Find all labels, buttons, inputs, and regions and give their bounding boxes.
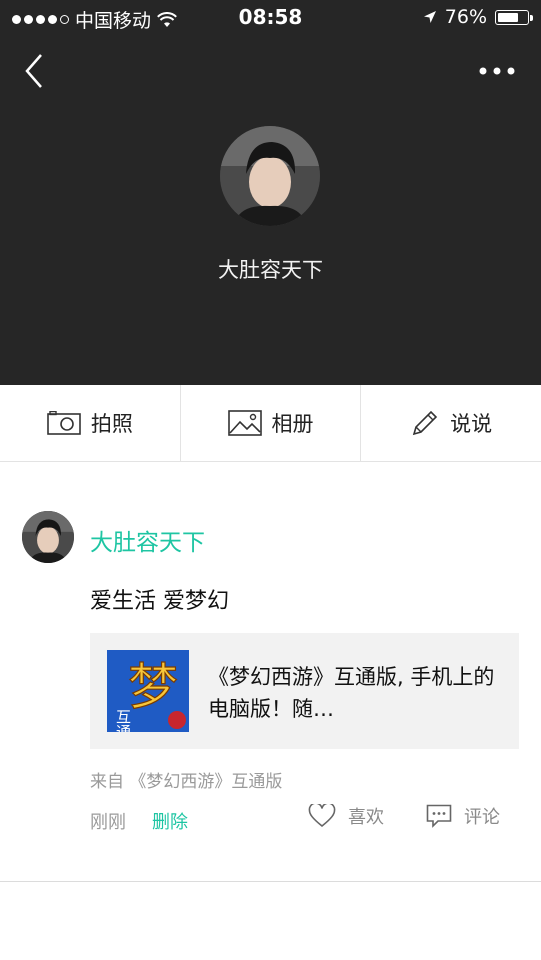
profile-header: 中国移动 08:58 76% 大肚容天下 bbox=[0, 0, 541, 385]
post-source: 来自 《梦幻西游》互通版 bbox=[90, 772, 283, 792]
like-label: 喜欢 bbox=[348, 807, 384, 828]
post-author-avatar[interactable] bbox=[22, 511, 74, 563]
like-button[interactable]: 喜欢 bbox=[308, 803, 384, 829]
game-logo-char: 梦 bbox=[128, 658, 178, 716]
delete-button[interactable]: 删除 bbox=[152, 808, 188, 834]
say-label: 说说 bbox=[450, 412, 493, 436]
album-label: 相册 bbox=[271, 412, 314, 436]
location-arrow-icon bbox=[423, 11, 436, 23]
feed-post: 大肚容天下 爱生活 爱梦幻 梦 互通 《梦幻西游》互通版, 手机上的电脑版！随…… bbox=[0, 461, 541, 882]
avatar-portrait bbox=[22, 511, 74, 563]
more-dots-icon bbox=[479, 67, 515, 75]
shared-link-card[interactable]: 梦 互通 《梦幻西游》互通版, 手机上的电脑版！随… bbox=[90, 633, 519, 749]
comment-bubble-icon bbox=[426, 804, 452, 828]
comment-label: 评论 bbox=[464, 807, 500, 828]
comment-button[interactable]: 评论 bbox=[426, 803, 500, 829]
battery-icon bbox=[495, 9, 533, 25]
more-button[interactable] bbox=[477, 62, 517, 80]
battery-percent: 76% bbox=[444, 6, 487, 28]
album-button[interactable]: 相册 bbox=[179, 385, 361, 461]
take-photo-label: 拍照 bbox=[90, 412, 133, 436]
chevron-left-icon bbox=[25, 54, 42, 88]
back-button[interactable] bbox=[22, 52, 48, 90]
game-logo-art: 梦 互通 bbox=[107, 650, 189, 732]
profile-name: 大肚容天下 bbox=[218, 258, 323, 282]
say-button[interactable]: 说说 bbox=[360, 385, 541, 461]
take-photo-button[interactable]: 拍照 bbox=[0, 385, 180, 461]
heart-icon bbox=[308, 804, 336, 828]
battery-fill bbox=[498, 12, 518, 22]
pencil-icon bbox=[413, 410, 438, 436]
game-logo-thumbnail: 梦 互通 bbox=[107, 650, 189, 732]
status-bar: 中国移动 08:58 76% bbox=[0, 0, 541, 36]
compose-action-bar: 拍照 相册 说说 bbox=[0, 385, 541, 462]
status-right: 76% bbox=[423, 6, 533, 28]
profile-avatar[interactable] bbox=[220, 126, 320, 226]
camera-icon bbox=[47, 411, 81, 435]
post-text: 爱生活 爱梦幻 bbox=[90, 589, 229, 614]
post-author-name[interactable]: 大肚容天下 bbox=[90, 523, 205, 557]
shared-link-title: 《梦幻西游》互通版, 手机上的电脑版！随… bbox=[208, 665, 495, 721]
post-timestamp: 刚刚 bbox=[90, 812, 126, 833]
game-logo-sub: 互通 bbox=[114, 709, 132, 732]
image-icon bbox=[227, 410, 262, 436]
avatar-portrait bbox=[220, 126, 320, 226]
